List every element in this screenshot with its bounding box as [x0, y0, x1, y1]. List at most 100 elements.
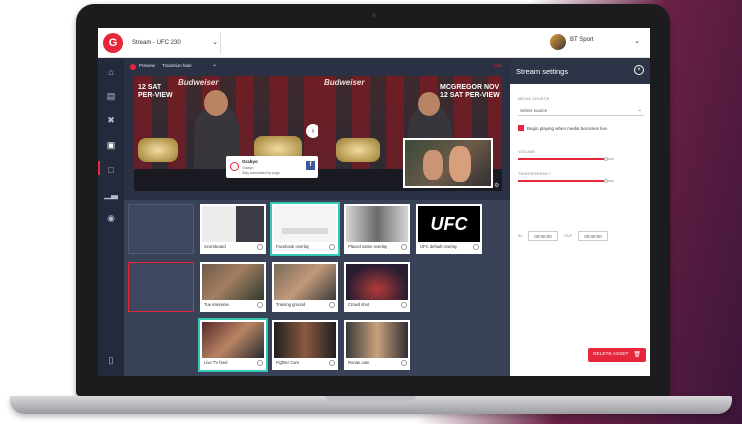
home-icon[interactable]: ⌂ [104, 66, 118, 78]
empty-slot[interactable] [128, 204, 194, 254]
source-tile[interactable]: Placed name overlay [344, 204, 410, 254]
transition-select[interactable]: Transition fade [162, 63, 192, 68]
autoplay-checkbox[interactable] [518, 125, 524, 131]
users-icon[interactable]: ◉ [104, 212, 118, 224]
stream-icon[interactable]: ▣ [104, 139, 118, 151]
tile-thumbnail [202, 206, 264, 242]
autoplay-label: Begin playing when media becomes live [527, 126, 608, 131]
source-tile[interactable]: Fighter Cam [272, 320, 338, 370]
source-tile[interactable]: Training ground [272, 262, 338, 312]
popup-line: Grabyo [242, 166, 254, 170]
delete-label: DELETE ASSET [593, 352, 629, 357]
tile-label: Live TV feed [204, 360, 228, 365]
source-tile[interactable]: Scoreboard [200, 204, 266, 254]
info-icon[interactable] [401, 302, 407, 308]
app-screen: G Stream - UFC 230 ⌄ BT Sport ⌄ ⌂ ▤ ✖ ▣ … [98, 28, 650, 376]
trim-controls: IN 00:00:00 OUT 00:00:00 [518, 230, 644, 242]
in-time-field[interactable]: 00:00:00 [528, 231, 558, 241]
source-tile[interactable]: UFC UFC default overlay [416, 204, 482, 254]
preview-pane[interactable]: 12 SAT PER-VIEW Budweiser Grabyo Grabyo … [134, 76, 318, 191]
info-icon[interactable] [329, 302, 335, 308]
top-bar: G Stream - UFC 230 ⌄ BT Sport ⌄ [98, 28, 650, 58]
overlay-preview [282, 228, 328, 234]
laptop-notch [326, 396, 416, 401]
tools-icon[interactable]: ✖ [104, 114, 118, 126]
info-icon[interactable] [329, 360, 335, 366]
close-icon[interactable]: × [634, 65, 644, 75]
info-icon[interactable] [257, 244, 263, 250]
source-tile[interactable]: Facebook overlay [272, 204, 338, 254]
ufc-logo: UFC [418, 206, 480, 242]
tile-thumbnail [274, 206, 336, 242]
tile-label: Scoreboard [204, 244, 226, 249]
belt-image [336, 138, 380, 162]
info-icon[interactable] [257, 302, 263, 308]
media-source-label: MEDIA SOURCE [518, 97, 550, 101]
event-sign: MCGREGOR NOV 12 SAT PER-VIEW [440, 84, 500, 99]
media-source-select[interactable]: Select source ⌄ [518, 105, 644, 116]
folder-icon[interactable]: □ [104, 164, 118, 176]
stream-name: Stream - UFC 230 [132, 40, 181, 46]
social-popup[interactable]: Grabyo Grabyo Stay automated by page f [226, 156, 318, 178]
transparency-slider-handle[interactable] [604, 179, 608, 183]
app-logo[interactable]: G [103, 33, 123, 53]
media-source-value: Select source [520, 108, 548, 113]
tile-label: Facebook overlay [276, 244, 310, 249]
info-icon[interactable] [401, 360, 407, 366]
popup-line: Stay automated by page [242, 171, 280, 175]
tile-label: Crowd shot [348, 302, 370, 307]
live-label: Live [493, 63, 502, 68]
popup-title: Grabyo [242, 159, 258, 164]
transparency-slider-fill [518, 180, 606, 182]
transparency-label: TRANSPARENCY [518, 172, 552, 176]
volume-slider-fill [518, 158, 606, 160]
tile-thumbnail [346, 264, 408, 300]
panel-title: Stream settings [516, 67, 569, 76]
source-tile[interactable]: Tue interview [200, 262, 266, 312]
tile-thumbnail [346, 322, 408, 358]
source-grid: Scoreboard Facebook overlay Placed name … [124, 200, 510, 376]
chat-icon[interactable]: ▯ [104, 354, 118, 366]
divider [220, 32, 221, 54]
left-nav: ⌂ ▤ ✖ ▣ □ ▁▃ ◉ ▯ [98, 58, 124, 376]
preview-label: Preview [139, 63, 156, 68]
tile-thumbnail [274, 322, 336, 358]
brand-text: Budweiser [178, 78, 219, 87]
delete-asset-button[interactable]: DELETE ASSET 🗑 [588, 348, 646, 362]
info-icon[interactable] [401, 244, 407, 250]
laptop-base [10, 396, 732, 414]
info-icon[interactable] [329, 244, 335, 250]
stream-settings-panel: Stream settings × MEDIA SOURCE Select so… [510, 58, 650, 376]
source-tile[interactable]: Crowd shot [344, 262, 410, 312]
account-name: BT Sport [570, 37, 594, 43]
analytics-icon[interactable]: ▁▃ [104, 188, 118, 200]
brand-text: Budweiser [324, 78, 365, 87]
source-tile[interactable]: Ronan cam [344, 320, 410, 370]
out-label: OUT [564, 234, 573, 238]
empty-slot[interactable] [128, 262, 194, 312]
info-icon[interactable] [473, 244, 479, 250]
chevron-down-icon: ⌄ [634, 38, 640, 45]
facebook-icon: f [306, 161, 315, 170]
out-time-field[interactable]: 00:00:00 [578, 231, 608, 241]
chevron-down-icon: ⌄ [637, 107, 642, 113]
volume-slider-handle[interactable] [604, 157, 608, 161]
nav-active-indicator [98, 161, 100, 175]
tile-label: Fighter Cam [276, 360, 300, 365]
tile-label: UFC default overlay [420, 244, 458, 249]
gear-icon[interactable]: ⚙ [494, 182, 499, 189]
tile-thumbnail [202, 322, 264, 358]
stream-selector[interactable]: Stream - UFC 230 ⌄ [128, 28, 218, 58]
source-tile[interactable]: Live TV feed [200, 320, 266, 370]
info-icon[interactable] [257, 360, 263, 366]
panel-header: Stream settings × [510, 58, 650, 84]
in-label: IN [518, 234, 522, 238]
preview-toolbar: Preview Transition fade ⌄ Live [124, 58, 510, 76]
event-sign: 12 SAT PER-VIEW [138, 84, 173, 99]
chevron-down-icon: ⌄ [212, 39, 218, 46]
account-menu[interactable]: BT Sport ⌄ [550, 34, 646, 52]
picture-in-picture[interactable] [403, 138, 493, 188]
media-icon[interactable]: ▤ [104, 90, 118, 102]
avatar [550, 34, 566, 50]
fighter-figure [449, 146, 471, 182]
